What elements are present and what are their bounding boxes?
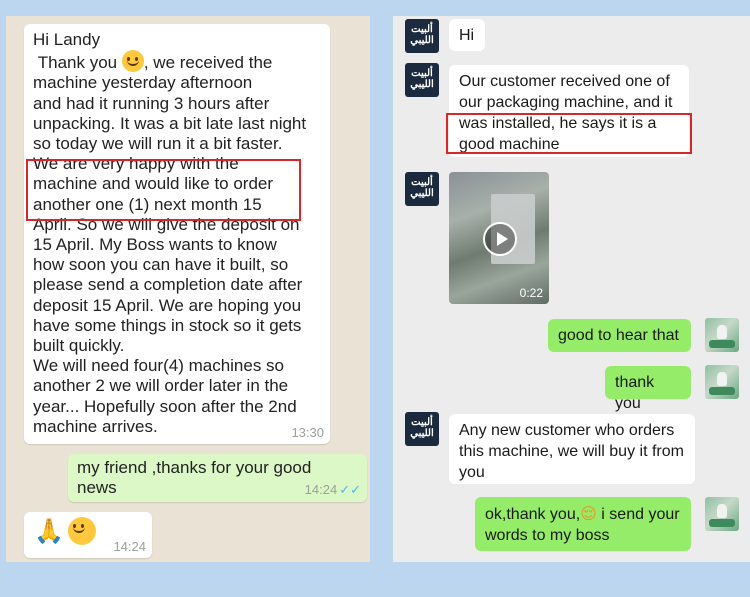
contact-avatar[interactable]: ألبيت الليبي xyxy=(405,19,439,53)
highlight-box-installed xyxy=(446,113,692,154)
highlight-box-order xyxy=(26,159,301,221)
play-icon[interactable] xyxy=(483,222,517,256)
contact-avatar[interactable]: ألبيت الليبي xyxy=(405,63,439,97)
message-text: Hi xyxy=(459,27,475,44)
outgoing-message-thanks[interactable]: my friend ,thanks for your good news 14:… xyxy=(68,454,367,502)
video-duration: 0:22 xyxy=(519,286,543,300)
contact-logo-text: ألبيت الليبي xyxy=(410,417,434,439)
smiley-emoji-icon xyxy=(68,517,97,545)
message-greeting: Hi Landy xyxy=(33,30,101,49)
incoming-message-new-customer[interactable]: Any new customer who orders this machine… xyxy=(449,414,695,484)
message-text: thank you xyxy=(615,374,655,412)
outgoing-message-send-to-boss[interactable]: ok,thank you,😌 i send your words to my b… xyxy=(475,497,691,551)
contact-logo-text: ألبيت الليبي xyxy=(410,24,434,46)
smiley-emoji-icon xyxy=(121,50,144,73)
incoming-message-hi[interactable]: Hi xyxy=(449,19,485,51)
incoming-message-emoji[interactable]: 🙏 14:24 xyxy=(24,512,152,558)
double-check-icon: ✓✓ xyxy=(339,482,361,497)
whatsapp-chat-panel: Hi Landy Thank you , we received the mac… xyxy=(6,16,370,562)
message-time: 14:24 xyxy=(304,482,338,497)
message-time: 13:30 xyxy=(291,425,324,440)
pray-emoji-icon: 🙏 xyxy=(34,517,64,545)
contact-logo-text: ألبيت الليبي xyxy=(410,68,434,90)
message-text-before-emoji: ok,thank you, xyxy=(485,506,581,523)
message-time: 14:24 xyxy=(113,539,146,554)
message-body: machine yesterday afternoon and had it r… xyxy=(33,73,307,436)
message-text: Any new customer who orders this machine… xyxy=(459,422,684,481)
user-avatar[interactable] xyxy=(705,365,739,399)
message-thank-you: Thank you xyxy=(37,53,118,73)
contact-avatar[interactable]: ألبيت الليبي xyxy=(405,172,439,206)
user-avatar[interactable] xyxy=(705,318,739,352)
contact-avatar[interactable]: ألبيت الليبي xyxy=(405,412,439,446)
wechat-chat-panel: ألبيت الليبي Hi ألبيت الليبي Our custome… xyxy=(393,16,750,562)
incoming-message-long[interactable]: Hi Landy Thank you , we received the mac… xyxy=(24,24,330,444)
outgoing-message-good-to-hear[interactable]: good to hear that xyxy=(548,319,691,352)
user-avatar[interactable] xyxy=(705,497,739,531)
video-message[interactable]: 0:22 xyxy=(449,172,549,304)
contact-logo-text: ألبيت الليبي xyxy=(410,177,434,199)
message-line-after-emoji: , we received the xyxy=(143,53,273,73)
outgoing-message-thank-you[interactable]: thank you xyxy=(605,366,691,412)
message-text: good to hear that xyxy=(558,327,679,344)
relieved-emoji-icon: 😌 xyxy=(580,504,597,523)
